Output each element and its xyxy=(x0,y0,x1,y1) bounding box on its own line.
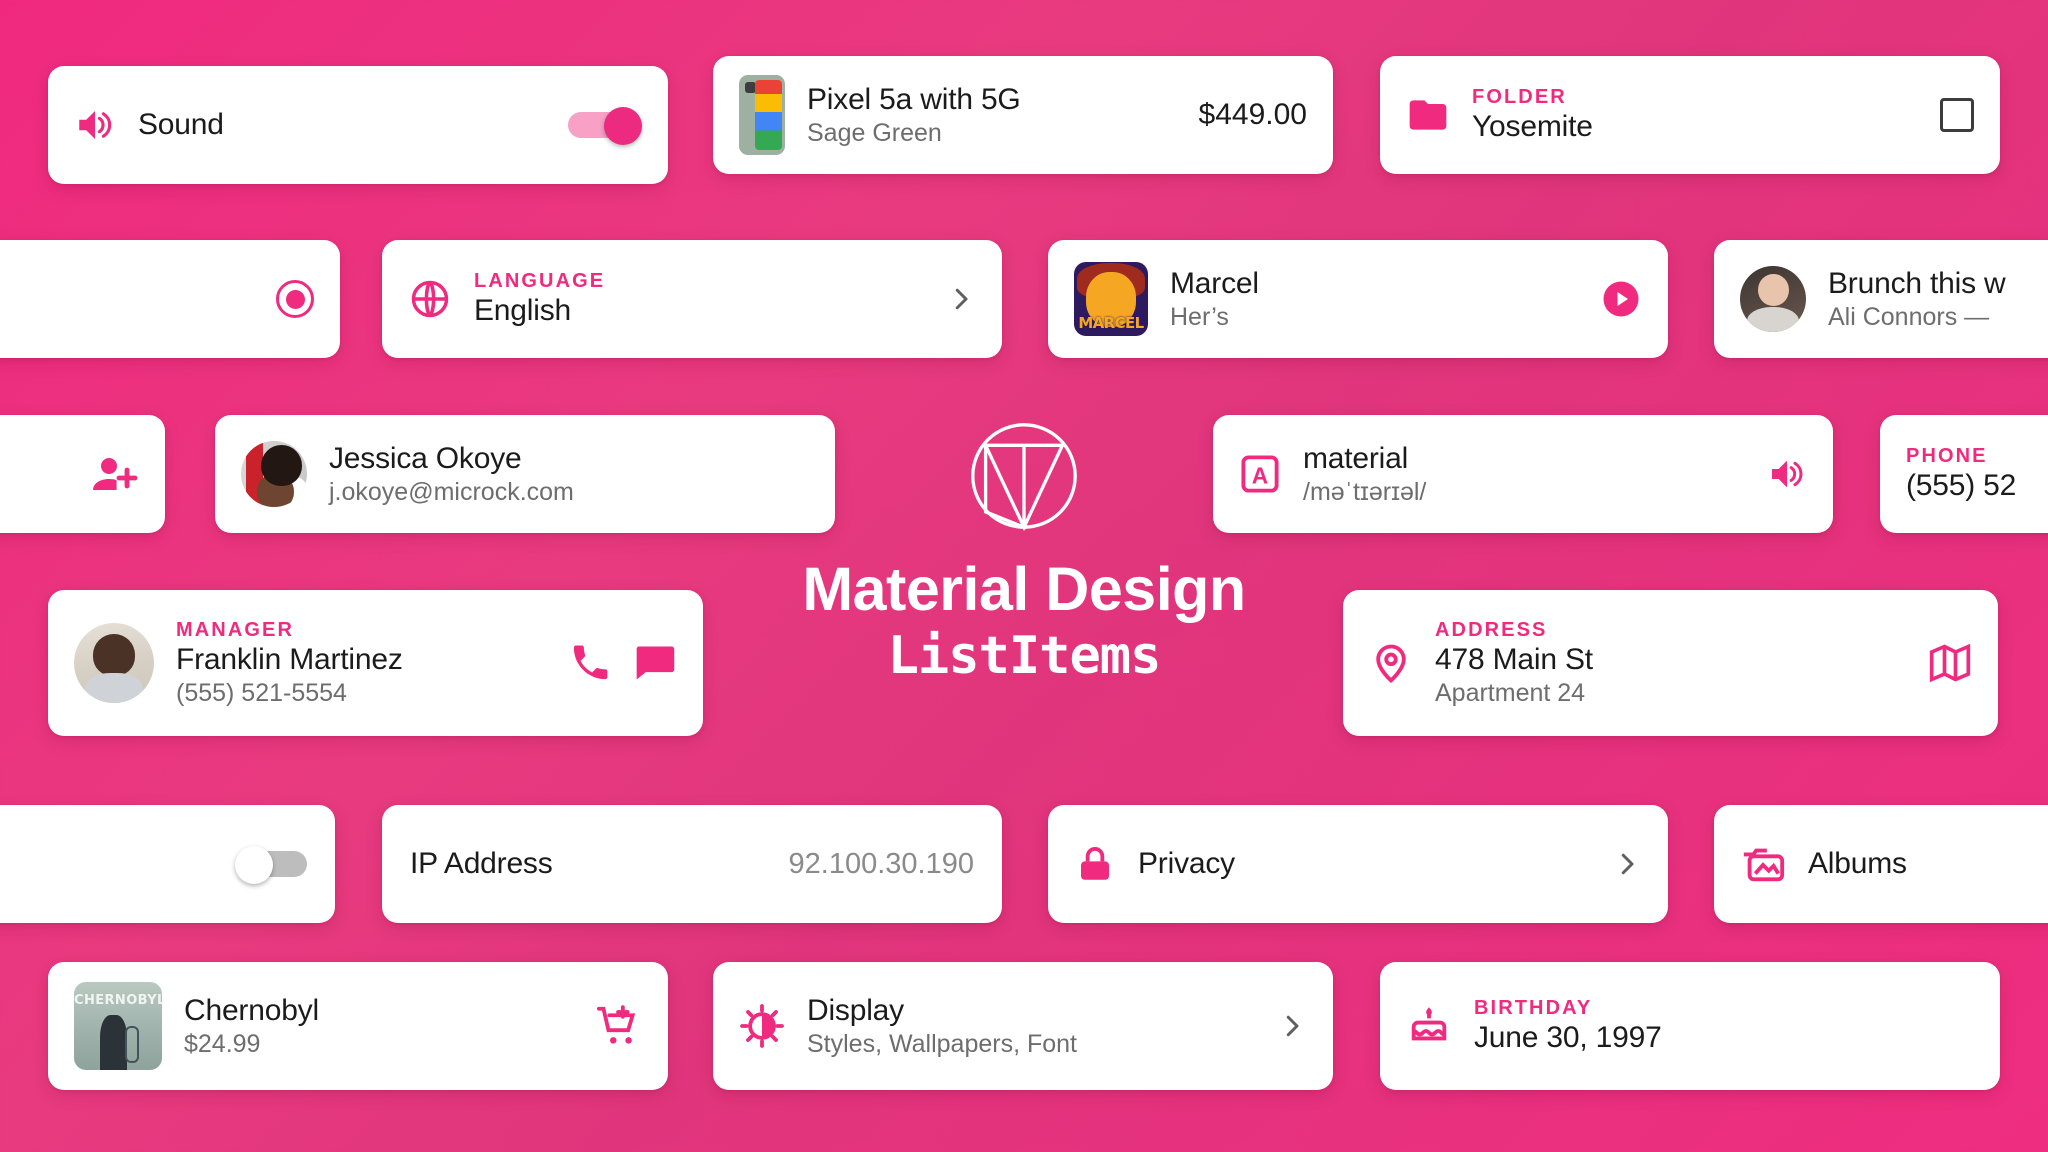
brightness-contrast-icon xyxy=(739,1003,785,1049)
volume-up-icon xyxy=(74,104,116,146)
card-language-overline: LANGUAGE xyxy=(474,270,606,292)
chevron-right-icon[interactable] xyxy=(946,284,976,314)
card-sound[interactable]: Sound xyxy=(48,66,668,184)
card-manager-subtitle: (555) 521-5554 xyxy=(176,678,347,707)
card-manager-title: Franklin Martinez xyxy=(176,642,403,676)
card-folder[interactable]: FOLDER Yosemite xyxy=(1380,56,2000,174)
location-pin-icon xyxy=(1369,641,1413,685)
card-address-overline: ADDRESS xyxy=(1435,618,1548,641)
phone-screen xyxy=(755,80,782,150)
card-marcel-title: Marcel xyxy=(1170,266,1259,300)
card-chernobyl-title: Chernobyl xyxy=(184,993,319,1027)
brunch-text-block: Brunch this w Ali Connors — xyxy=(1828,267,2048,332)
card-ip-address[interactable]: IP Address 92.100.30.190 xyxy=(382,805,1002,923)
switch-knob xyxy=(604,107,642,145)
card-radio-option[interactable] xyxy=(0,240,340,358)
card-pixel-price: $449.00 xyxy=(1198,98,1307,131)
poster-wordmark: CHERNOBYL xyxy=(74,993,162,1009)
card-manager-overline: MANAGER xyxy=(176,618,295,641)
folder-text-block: FOLDER Yosemite xyxy=(1472,86,1918,144)
card-chernobyl-product[interactable]: CHERNOBYL Chernobyl $24.99 xyxy=(48,962,668,1090)
card-pixel-title: Pixel 5a with 5G xyxy=(807,82,1021,116)
card-folder-title: Yosemite xyxy=(1472,110,1593,143)
card-brunch-message[interactable]: Brunch this w Ali Connors — xyxy=(1714,240,2048,358)
card-language[interactable]: LANGUAGE English xyxy=(382,240,1002,358)
birthday-text-block: BIRTHDAY June 30, 1997 xyxy=(1474,997,1974,1055)
franklin-martinez-avatar xyxy=(74,623,154,703)
card-manager-contact[interactable]: MANAGER Franklin Martinez (555) 521-5554 xyxy=(48,590,703,736)
card-marcel-song[interactable]: MARCEL Marcel Her’s xyxy=(1048,240,1668,358)
card-language-title: English xyxy=(474,294,571,327)
brand-title: Material Design xyxy=(802,555,1246,623)
radio-button-selected[interactable] xyxy=(276,280,314,318)
poster-figure xyxy=(100,1015,127,1070)
sound-switch[interactable] xyxy=(568,107,642,145)
card-privacy-title: Privacy xyxy=(1138,847,1235,880)
card-toggle-off[interactable] xyxy=(0,805,335,923)
card-brunch-subtitle: Ali Connors — xyxy=(1828,302,1990,331)
card-address[interactable]: ADDRESS 478 Main St Apartment 24 xyxy=(1343,590,1998,736)
card-birthday-overline: BIRTHDAY xyxy=(1474,997,1593,1019)
add-shopping-cart-icon[interactable] xyxy=(596,1003,642,1049)
card-albums-title: Albums xyxy=(1808,847,1907,880)
generic-switch-off[interactable] xyxy=(235,846,309,884)
card-display-settings[interactable]: Display Styles, Wallpapers, Font xyxy=(713,962,1333,1090)
switch-knob xyxy=(235,846,273,884)
card-chernobyl-price: $24.99 xyxy=(184,1029,261,1058)
map-icon[interactable] xyxy=(1928,641,1972,685)
pixel-phone-thumbnail xyxy=(739,75,785,155)
card-address-subtitle: Apartment 24 xyxy=(1435,678,1586,707)
manager-text-block: MANAGER Franklin Martinez (555) 521-5554 xyxy=(176,619,547,708)
globe-icon xyxy=(408,277,452,321)
birthday-cake-icon xyxy=(1406,1003,1452,1049)
card-marcel-subtitle: Her’s xyxy=(1170,302,1229,331)
chernobyl-poster: CHERNOBYL xyxy=(74,982,162,1070)
card-sound-title: Sound xyxy=(138,108,224,141)
display-text-block: Display Styles, Wallpapers, Font xyxy=(807,994,1255,1059)
card-albums[interactable]: Albums xyxy=(1714,805,2048,923)
material-design-logo-icon xyxy=(960,412,1088,540)
chevron-right-icon[interactable] xyxy=(1612,849,1642,879)
album-art-wordmark: MARCEL xyxy=(1078,313,1144,332)
poster-tank xyxy=(125,1026,140,1063)
card-ip-value: 92.100.30.190 xyxy=(788,847,974,880)
address-text-block: ADDRESS 478 Main St Apartment 24 xyxy=(1435,619,1906,708)
brand-subtitle: ListItems xyxy=(887,626,1162,686)
card-birthday-title: June 30, 1997 xyxy=(1474,1021,1662,1054)
card-brunch-title: Brunch this w xyxy=(1828,266,2006,300)
folder-icon xyxy=(1406,93,1450,137)
card-privacy[interactable]: Privacy xyxy=(1048,805,1668,923)
chevron-right-icon[interactable] xyxy=(1277,1011,1307,1041)
message-icon[interactable] xyxy=(633,641,677,685)
card-pixel-subtitle: Sage Green xyxy=(807,118,942,147)
card-folder-overline: FOLDER xyxy=(1472,86,1567,108)
marcel-text-block: Marcel Her’s xyxy=(1170,267,1578,332)
language-text-block: LANGUAGE English xyxy=(474,270,924,328)
card-pixel-product[interactable]: Pixel 5a with 5G Sage Green $449.00 xyxy=(713,56,1333,174)
photo-album-icon xyxy=(1740,841,1786,887)
folder-checkbox[interactable] xyxy=(1940,98,1974,132)
showcase-canvas: Sound Pixel 5a with 5G Sage Green $449.0… xyxy=(0,0,2048,1152)
card-ip-title: IP Address xyxy=(410,847,553,880)
card-address-title: 478 Main St xyxy=(1435,642,1593,676)
card-birthday[interactable]: BIRTHDAY June 30, 1997 xyxy=(1380,962,2000,1090)
chernobyl-text-block: Chernobyl $24.99 xyxy=(184,994,574,1059)
pixel-text-block: Pixel 5a with 5G Sage Green xyxy=(807,83,1177,148)
marcel-album-art: MARCEL xyxy=(1074,262,1148,336)
card-display-subtitle: Styles, Wallpapers, Font xyxy=(807,1029,1078,1058)
play-circle-icon[interactable] xyxy=(1600,278,1642,320)
lock-icon xyxy=(1074,843,1116,885)
card-display-title: Display xyxy=(807,993,904,1027)
phone-icon[interactable] xyxy=(569,642,611,684)
ali-connors-avatar xyxy=(1740,266,1806,332)
